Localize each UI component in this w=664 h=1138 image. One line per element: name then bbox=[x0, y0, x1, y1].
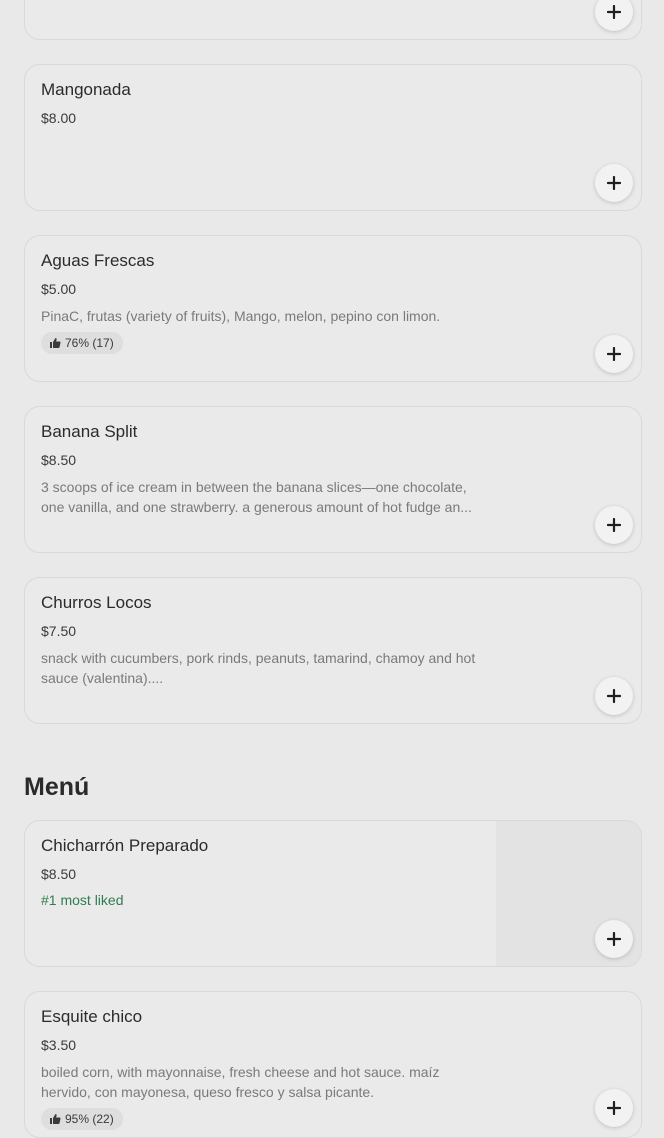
item-price: $8.50 bbox=[41, 452, 77, 468]
item-price: $5.00 bbox=[41, 281, 77, 297]
rating-text: 76% (17) bbox=[65, 336, 114, 350]
add-to-cart-button[interactable] bbox=[595, 1089, 633, 1127]
plus-icon bbox=[607, 932, 621, 946]
item-name: Esquite chico bbox=[41, 1007, 143, 1026]
item-name: Chicharrón Preparado bbox=[41, 836, 209, 855]
add-to-cart-button[interactable] bbox=[595, 0, 633, 31]
item-price: $3.50 bbox=[41, 1037, 77, 1053]
menu-item-card[interactable]: Chicharrón Preparado $8.50 #1 most liked bbox=[24, 820, 642, 967]
item-description: PinaC, frutas (variety of fruits), Mango… bbox=[41, 308, 441, 324]
rating-text: 95% (22) bbox=[65, 1112, 114, 1126]
item-price: $7.50 bbox=[41, 623, 77, 639]
add-to-cart-button[interactable] bbox=[595, 506, 633, 544]
item-name: Aguas Frescas bbox=[41, 251, 155, 270]
rating-badge: 76% (17) bbox=[41, 332, 123, 354]
plus-icon bbox=[607, 5, 621, 19]
most-liked-badge: #1 most liked bbox=[41, 892, 124, 908]
plus-icon bbox=[607, 176, 621, 190]
menu-item-card[interactable]: Churros Locos $7.50 snack with cucumbers… bbox=[24, 577, 642, 724]
add-to-cart-button[interactable] bbox=[595, 164, 633, 202]
plus-icon bbox=[607, 347, 621, 361]
add-to-cart-button[interactable] bbox=[595, 335, 633, 373]
plus-icon bbox=[607, 1101, 621, 1115]
item-price: $8.50 bbox=[41, 866, 77, 882]
item-description: 3 scoops of ice cream in between the ban… bbox=[41, 479, 472, 515]
menu-item-card[interactable]: Banana Split $8.50 3 scoops of ice cream… bbox=[24, 406, 642, 553]
item-name: Churros Locos bbox=[41, 593, 152, 612]
section-title: Menú bbox=[24, 773, 90, 801]
item-name: Mangonada bbox=[41, 80, 131, 99]
item-name: Banana Split bbox=[41, 422, 138, 441]
item-description: boiled corn, with mayonnaise, fresh chee… bbox=[41, 1064, 440, 1100]
plus-icon bbox=[607, 518, 621, 532]
thumbs-up-icon bbox=[50, 1114, 61, 1124]
add-to-cart-button[interactable] bbox=[595, 920, 633, 958]
add-to-cart-button[interactable] bbox=[595, 677, 633, 715]
rating-badge: 95% (22) bbox=[41, 1108, 123, 1130]
menu-item-card[interactable]: Esquite chico $3.50 boiled corn, with ma… bbox=[24, 991, 642, 1138]
thumbs-up-icon bbox=[50, 338, 61, 348]
menu-item-card[interactable] bbox=[24, 0, 642, 40]
plus-icon bbox=[607, 689, 621, 703]
item-price: $8.00 bbox=[41, 110, 77, 126]
item-description: snack with cucumbers, pork rinds, peanut… bbox=[41, 650, 476, 686]
menu-item-card[interactable]: Mangonada $8.00 bbox=[24, 64, 642, 211]
menu-item-card[interactable]: Aguas Frescas $5.00 PinaC, frutas (varie… bbox=[24, 235, 642, 382]
